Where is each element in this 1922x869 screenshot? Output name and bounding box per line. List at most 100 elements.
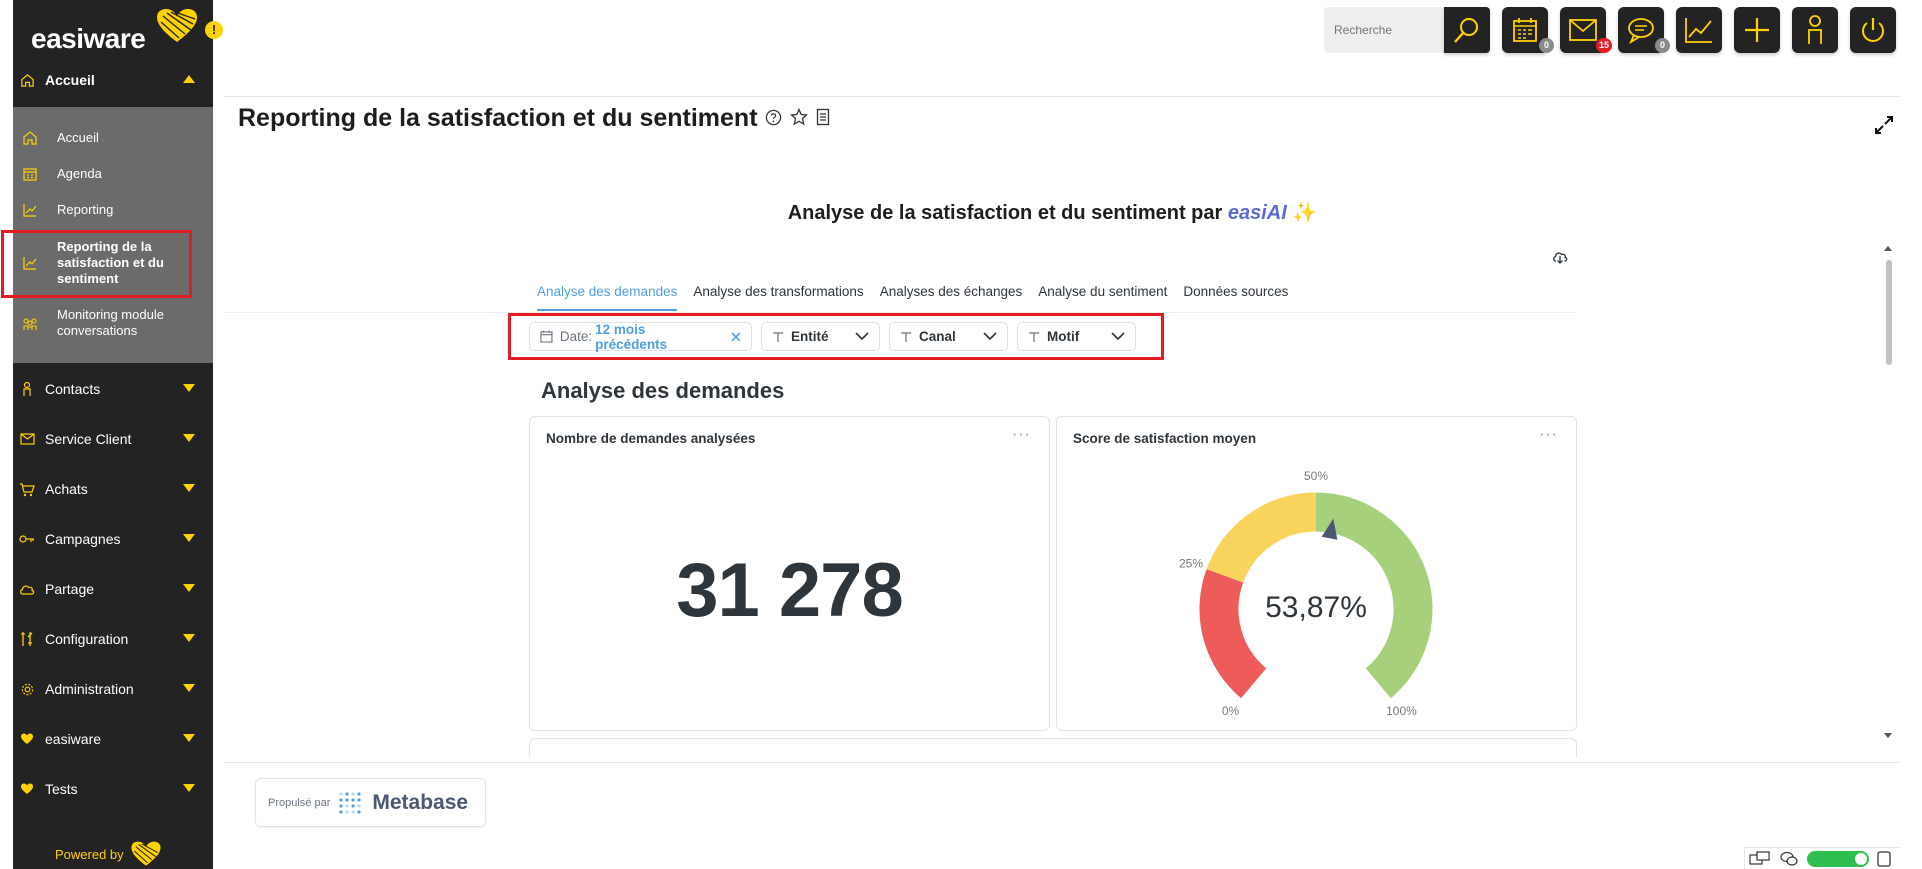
- sidebar-section-label: Contacts: [45, 381, 101, 397]
- expand-icon[interactable]: [1874, 115, 1894, 135]
- tab-analyses-echanges[interactable]: Analyses des échanges: [880, 284, 1023, 311]
- sidebar-section-label: Partage: [45, 581, 95, 597]
- key-icon: [19, 531, 35, 547]
- document-icon[interactable]: [816, 108, 830, 126]
- panel-icon[interactable]: [1877, 850, 1891, 867]
- calendar-button[interactable]: 0: [1502, 7, 1554, 53]
- sidebar-section-achats[interactable]: Achats: [13, 469, 213, 509]
- sidebar-section-label: Tests: [45, 781, 78, 797]
- cart-icon: [19, 481, 35, 497]
- sidebar-section-label: Achats: [45, 481, 88, 497]
- chat-bubbles-icon[interactable]: [1749, 850, 1771, 867]
- tab-analyse-demandes[interactable]: Analyse des demandes: [537, 284, 678, 311]
- title-actions: [765, 108, 830, 126]
- metabase-badge[interactable]: Propulsé par Metabase: [255, 778, 486, 827]
- calendar-icon: [1513, 18, 1537, 42]
- gauge-segment-low: [1199, 569, 1267, 699]
- envelope-icon: [19, 431, 35, 447]
- gauge-segment-mid: [1206, 492, 1317, 584]
- gauge-value: 53,87%: [1265, 591, 1367, 624]
- chevron-down-icon: [183, 684, 195, 692]
- chat-bubble-icon: [1628, 18, 1654, 44]
- sidebar-section-label: Accueil: [45, 72, 95, 88]
- sidebar-section-contacts[interactable]: Contacts: [13, 369, 213, 409]
- scrollbar-thumb[interactable]: [1886, 260, 1892, 365]
- sidebar-section-partage[interactable]: Partage: [13, 569, 213, 609]
- heart-icon: [19, 781, 35, 797]
- sparkle-icon: ✨: [1292, 202, 1318, 224]
- easiai-brand: easiAI: [1227, 202, 1287, 224]
- chat-button[interactable]: 0: [1618, 7, 1670, 53]
- person-icon: [1808, 15, 1822, 44]
- tab-donnees-sources[interactable]: Données sources: [1183, 284, 1288, 311]
- sidebar-item-agenda[interactable]: Agenda: [13, 166, 213, 182]
- chart-line-icon: [1685, 18, 1712, 43]
- heart-icon: [19, 731, 35, 747]
- power-icon: [1862, 18, 1884, 42]
- dashboard-heading-text: Analyse de la satisfaction et du sentime…: [787, 202, 1223, 224]
- requests-count-card: Nombre de demandes analysées ··· 31 278: [529, 416, 1050, 731]
- person-icon: [19, 381, 35, 397]
- sidebar-item-monitoring[interactable]: Monitoring module conversations: [13, 307, 213, 341]
- chat-widget-bar: [1744, 847, 1900, 869]
- chat-badge: 0: [1655, 38, 1670, 53]
- conversation-icon[interactable]: [1779, 851, 1799, 867]
- sidebar-item-label: Agenda: [57, 166, 102, 181]
- help-icon[interactable]: [765, 109, 782, 126]
- logo-text: easiware: [31, 23, 146, 54]
- notification-dot[interactable]: !: [205, 21, 223, 39]
- profile-button[interactable]: [1792, 7, 1838, 53]
- add-button[interactable]: [1734, 7, 1780, 53]
- sidebar-section-label: Campagnes: [45, 531, 121, 547]
- reporting-button[interactable]: [1676, 7, 1722, 53]
- sidebar-highlight-annotation: [1, 230, 192, 298]
- sidebar-section-service-client[interactable]: Service Client: [13, 419, 213, 459]
- star-icon[interactable]: [790, 108, 808, 126]
- chevron-down-icon: [183, 634, 195, 642]
- mail-button[interactable]: 15: [1560, 7, 1612, 53]
- heart-logo-icon: [157, 9, 197, 42]
- tab-analyse-transformations[interactable]: Analyse des transformations: [693, 284, 863, 311]
- sidebar-section-accueil[interactable]: Accueil: [13, 60, 213, 100]
- left-strip: [0, 0, 13, 869]
- satisfaction-gauge: 53,87% 0% 25% 50% 100%: [1179, 469, 1433, 718]
- chevron-down-icon: [183, 784, 195, 792]
- sidebar-item-accueil[interactable]: Accueil: [13, 130, 213, 146]
- scroll-down-icon[interactable]: [1883, 732, 1893, 740]
- search-button[interactable]: [1444, 7, 1490, 53]
- card-title: Nombre de demandes analysées: [546, 431, 756, 446]
- logout-button[interactable]: [1850, 7, 1896, 53]
- sidebar-section-configuration[interactable]: Configuration: [13, 619, 213, 659]
- chat-toggle[interactable]: [1807, 850, 1869, 867]
- calendar-badge: 0: [1539, 38, 1554, 53]
- page-title: Reporting de la satisfaction et du senti…: [238, 104, 758, 132]
- cloud-download-icon[interactable]: [1552, 250, 1568, 264]
- search-input[interactable]: [1324, 7, 1444, 53]
- gear-icon: [19, 681, 35, 697]
- chevron-up-icon: [183, 75, 195, 83]
- chevron-down-icon: [183, 434, 195, 442]
- easiware-logo[interactable]: easiware: [31, 8, 201, 54]
- tab-analyse-sentiment[interactable]: Analyse du sentiment: [1038, 284, 1167, 311]
- chevron-down-icon: [183, 484, 195, 492]
- card-menu-button[interactable]: ···: [1012, 426, 1031, 444]
- chevron-down-icon: [183, 734, 195, 742]
- home-icon: [22, 130, 38, 146]
- sidebar-section-campagnes[interactable]: Campagnes: [13, 519, 213, 559]
- footer-divider: [224, 762, 1900, 763]
- search-icon: [1454, 18, 1478, 43]
- home-icon: [19, 72, 35, 88]
- section-title: Analyse des demandes: [541, 378, 785, 403]
- scroll-up-icon[interactable]: [1883, 244, 1893, 252]
- filter-highlight-annotation: [508, 313, 1164, 360]
- satisfaction-score-card: Score de satisfaction moyen ··· 53,87% 0…: [1056, 416, 1577, 731]
- chevron-down-icon: [183, 584, 195, 592]
- sidebar-section-tests[interactable]: Tests: [13, 769, 213, 809]
- propulse-label: Propulsé par: [268, 796, 331, 809]
- powered-by: Powered by: [55, 840, 162, 868]
- chevron-down-icon: [183, 384, 195, 392]
- sidebar-item-label: Accueil: [57, 130, 99, 145]
- metabase-logo-icon: [339, 791, 361, 814]
- sidebar-section-easiware[interactable]: easiware: [13, 719, 213, 759]
- sidebar-section-administration[interactable]: Administration: [13, 669, 213, 709]
